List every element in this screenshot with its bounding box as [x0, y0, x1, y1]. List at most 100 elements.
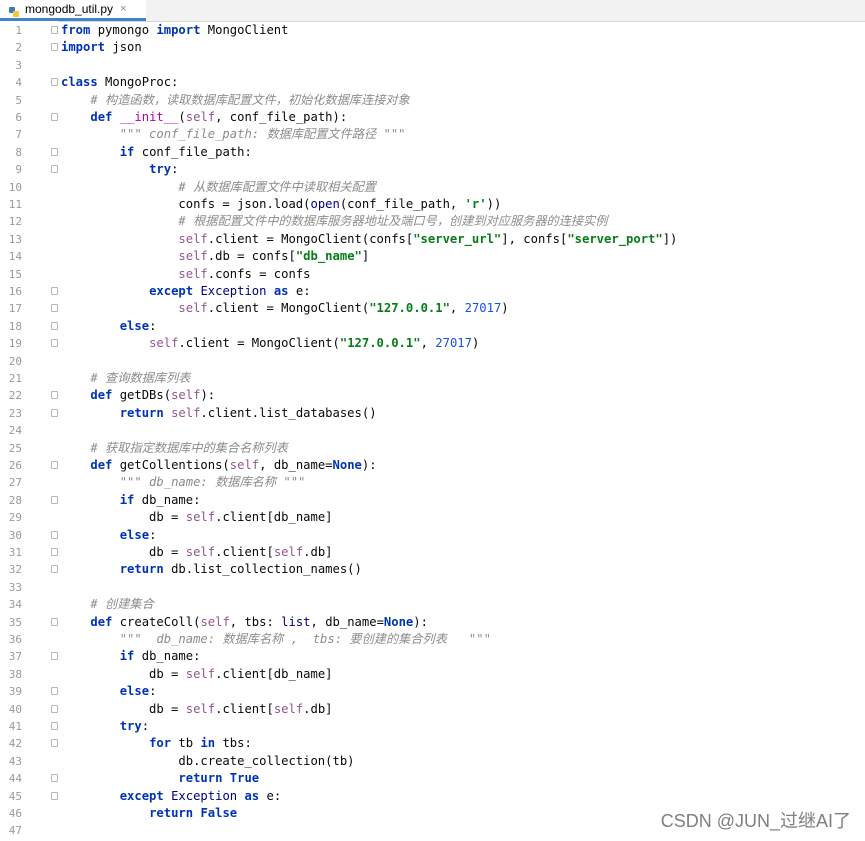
fold-marker-icon[interactable]	[51, 321, 58, 330]
line-number: 5	[15, 93, 22, 107]
code-line[interactable]: 14 self.db = confs["db_name"]	[0, 248, 865, 265]
code-line[interactable]: 6 def __init__(self, conf_file_path):	[0, 109, 865, 126]
code-line[interactable]: 25 # 获取指定数据库中的集合名称列表	[0, 440, 865, 457]
code-line[interactable]: 45 except Exception as e:	[0, 788, 865, 805]
fold-marker-icon[interactable]	[51, 113, 58, 121]
code-line[interactable]: 5 # 构造函数，读取数据库配置文件，初始化数据库连接对象	[0, 92, 865, 109]
code-token: .client[db_name]	[215, 510, 333, 525]
code-line[interactable]: 21 # 查询数据库列表	[0, 370, 865, 387]
code-editor[interactable]: 1 from pymongo import MongoClient 2 import …	[0, 21, 865, 841]
code-line[interactable]: 8 if conf_file_path:	[0, 144, 865, 161]
fold-marker-icon[interactable]	[51, 165, 58, 174]
code-token: pymongo	[90, 23, 157, 37]
fold-marker-icon[interactable]	[51, 339, 58, 348]
code-token: # 从数据库配置文件中读取相关配置	[178, 179, 376, 194]
fold-marker-icon[interactable]	[51, 461, 58, 469]
code-line[interactable]: 36 """ db_name: 数据库名称 , tbs: 要创建的集合列表 ""…	[0, 631, 865, 648]
code-line[interactable]: 1 from pymongo import MongoClient	[0, 22, 865, 39]
code-token: .db]	[303, 701, 333, 716]
code-line[interactable]: 16 except Exception as e:	[0, 283, 865, 300]
code-line[interactable]: 37 if db_name:	[0, 648, 865, 665]
code-line[interactable]: 27 """ db_name: 数据库名称 """	[0, 474, 865, 491]
code-line[interactable]: 44 return True	[0, 770, 865, 787]
code-token: .client.list_databases()	[200, 405, 377, 420]
code-line[interactable]: 42 for tb in tbs:	[0, 735, 865, 752]
fold-marker-icon[interactable]	[51, 617, 58, 626]
code-line[interactable]: 12 # 根据配置文件中的数据库服务器地址及端口号，创建到对应服务器的连接实例	[0, 213, 865, 230]
code-token: # 构造函数，读取数据库配置文件，初始化数据库连接对象	[90, 92, 410, 107]
fold-marker-icon[interactable]	[51, 530, 58, 539]
code-line[interactable]: 31 db = self.client[self.db]	[0, 544, 865, 561]
code-line[interactable]: 22 def getDBs(self):	[0, 387, 865, 404]
code-line[interactable]: 3	[0, 57, 865, 74]
code-token: True	[229, 771, 260, 786]
code-token: list	[281, 614, 311, 629]
fold-marker-icon[interactable]	[51, 26, 58, 34]
code-line[interactable]: 26 def getCollentions(self, db_name=None…	[0, 457, 865, 474]
code-token: )	[471, 336, 480, 351]
fold-marker-icon[interactable]	[51, 791, 58, 800]
fold-marker-icon[interactable]	[51, 391, 58, 400]
code-line[interactable]: 43 db.create_collection(tb)	[0, 753, 865, 770]
code-line[interactable]: 2 import json	[0, 39, 865, 56]
code-line[interactable]: 17 self.client = MongoClient("127.0.0.1"…	[0, 300, 865, 317]
code-line[interactable]: 7 """ conf_file_path: 数据库配置文件路径 """	[0, 126, 865, 143]
fold-marker-icon[interactable]	[51, 495, 58, 504]
code-text: self.db = confs["db_name"]	[61, 248, 369, 265]
code-line[interactable]: 23 return self.client.list_databases()	[0, 405, 865, 422]
code-line[interactable]: 13 self.client = MongoClient(confs["serv…	[0, 231, 865, 248]
fold-marker-icon[interactable]	[51, 147, 58, 156]
code-line[interactable]: 15 self.confs = confs	[0, 266, 865, 283]
code-line[interactable]: 33	[0, 579, 865, 596]
line-number: 41	[8, 720, 22, 733]
code-line[interactable]: 30 else:	[0, 527, 865, 544]
fold-marker-icon[interactable]	[51, 774, 58, 783]
code-line[interactable]: 40 db = self.client[self.db]	[0, 701, 865, 718]
fold-marker-icon[interactable]	[51, 565, 58, 574]
code-line[interactable]: 20	[0, 353, 865, 370]
code-line[interactable]: 34 # 创建集合	[0, 596, 865, 613]
code-text: # 从数据库配置文件中读取相关配置	[61, 179, 376, 196]
code-text: def getDBs(self):	[61, 387, 215, 404]
tab-mongodb-util[interactable]: mongodb_util.py ×	[0, 0, 146, 21]
fold-marker-icon[interactable]	[51, 722, 58, 730]
code-token: db.create_collection(tb)	[61, 753, 355, 768]
code-line[interactable]: 11 confs = json.load(open(conf_file_path…	[0, 196, 865, 213]
fold-marker-icon[interactable]	[51, 652, 58, 661]
fold-marker-icon[interactable]	[51, 548, 58, 556]
code-line[interactable]: 19 self.client = MongoClient("127.0.0.1"…	[0, 335, 865, 352]
fold-marker-icon[interactable]	[51, 78, 58, 87]
code-token: self	[185, 666, 216, 681]
code-line[interactable]: 38 db = self.client[db_name]	[0, 666, 865, 683]
code-line[interactable]: 32 return db.list_collection_names()	[0, 561, 865, 578]
code-line[interactable]: 24	[0, 422, 865, 439]
code-line[interactable]: 41 try:	[0, 718, 865, 735]
code-line[interactable]: 29 db = self.client[db_name]	[0, 509, 865, 526]
fold-marker-icon[interactable]	[51, 739, 58, 748]
fold-marker-icon[interactable]	[51, 704, 58, 713]
code-line[interactable]: 39 else:	[0, 683, 865, 700]
code-line[interactable]: 35 def createColl(self, tbs: list, db_na…	[0, 614, 865, 631]
fold-marker-icon[interactable]	[51, 43, 58, 52]
fold-marker-icon[interactable]	[51, 408, 58, 417]
code-token: class	[61, 75, 98, 90]
fold-marker-icon[interactable]	[51, 287, 58, 295]
code-line[interactable]: 9 try:	[0, 161, 865, 178]
line-number: 22	[8, 389, 22, 403]
line-number: 15	[8, 267, 22, 281]
fold-marker-icon[interactable]	[51, 687, 58, 696]
close-tab-icon[interactable]: ×	[120, 3, 126, 15]
code-line[interactable]: 28 if db_name:	[0, 492, 865, 509]
fold-marker-icon[interactable]	[51, 304, 58, 313]
code-token: def	[90, 388, 113, 403]
code-line[interactable]: 10 # 从数据库配置文件中读取相关配置	[0, 179, 865, 196]
code-line[interactable]: 18 else:	[0, 318, 865, 335]
code-token: self	[185, 545, 216, 559]
line-number: 20	[8, 354, 22, 368]
code-line[interactable]: 4 class MongoProc:	[0, 74, 865, 91]
